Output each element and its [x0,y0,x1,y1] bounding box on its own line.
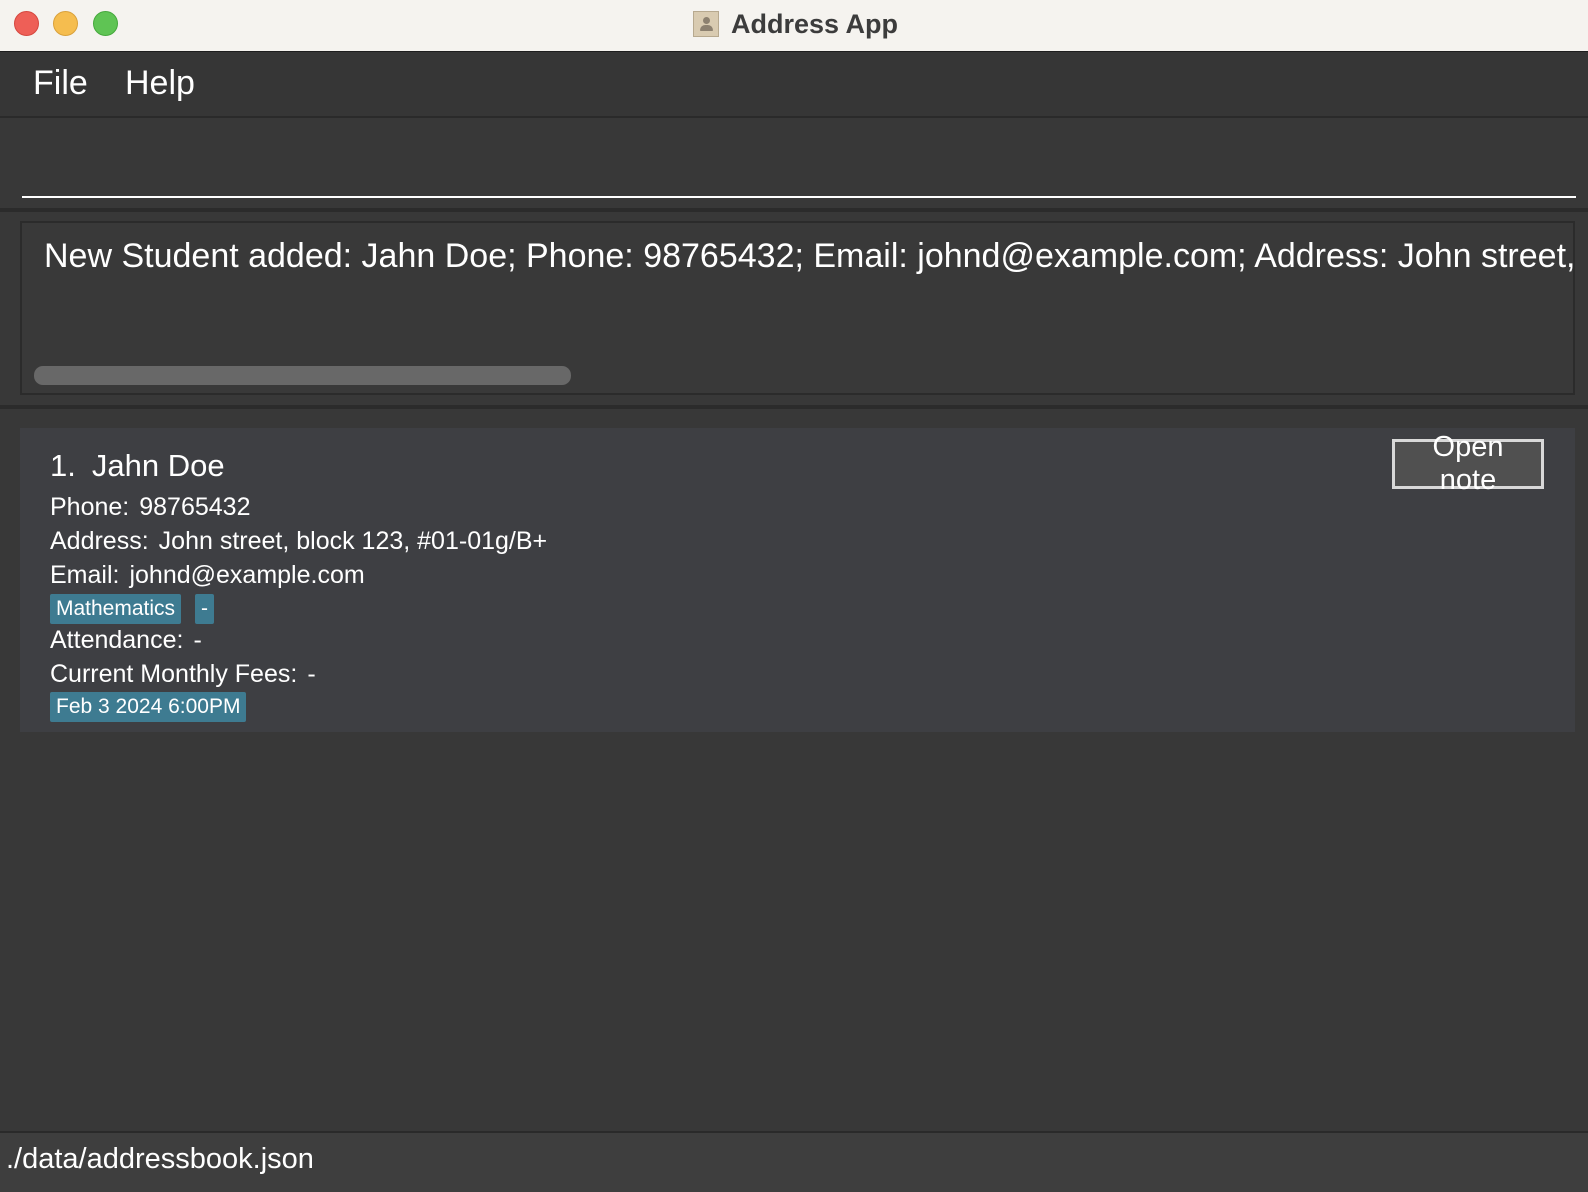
email-value: johnd@example.com [129,561,365,589]
open-note-button[interactable]: Open note [1392,431,1544,496]
result-display: New Student added: Jahn Doe; Phone: 9876… [20,221,1575,395]
phone-value: 98765432 [139,493,251,521]
student-index: 1. [50,448,76,483]
menu-bar: File Help [0,52,1588,118]
data-file-path: ./data/addressbook.json [6,1143,314,1175]
attendance-value: - [193,626,202,654]
divider [0,405,1588,409]
address-book-icon [693,11,719,37]
close-window-button[interactable] [14,11,39,36]
menu-help[interactable]: Help [121,64,199,103]
subject-tag: Mathematics [50,594,182,624]
status-bar: ./data/addressbook.json [0,1131,1588,1192]
student-name-line: 1. Jahn Doe [50,448,225,484]
fees-label: Current Monthly Fees: [50,660,298,688]
attendance-label: Attendance: [50,626,184,654]
student-name: Jahn Doe [91,448,225,483]
result-message: New Student added: Jahn Doe; Phone: 9876… [44,237,1575,275]
divider [0,208,1588,212]
fees-row: Current Monthly Fees: - [50,660,316,689]
maximize-window-button[interactable] [93,11,118,36]
phone-row: Phone: 98765432 [50,493,250,522]
window-title-group: Address App [693,8,898,40]
command-box-area [0,118,1588,208]
address-row: Address: John street, block 123, #01-01g/… [50,527,547,556]
phone-label: Phone: [50,493,130,521]
command-input[interactable] [22,130,1576,198]
level-tag: - [195,594,215,624]
attendance-row: Attendance: - [50,626,202,655]
tag-list: Mathematics - [50,594,228,624]
address-value: John street, block 123, #01-01g/B+ [158,527,548,555]
address-label: Address: [50,527,149,555]
student-card[interactable]: 1. Jahn Doe Open note Phone: 98765432 Addr… [20,428,1575,732]
fees-value: - [307,660,316,688]
email-row: Email: johnd@example.com [50,561,365,590]
window-title: Address App [731,8,899,39]
email-label: Email: [50,561,120,589]
minimize-window-button[interactable] [53,11,78,36]
menu-file[interactable]: File [29,64,92,103]
schedule-tag: Feb 3 2024 6:00PM [50,692,247,722]
horizontal-scrollbar[interactable] [34,366,571,385]
title-bar: Address App [0,0,1588,52]
